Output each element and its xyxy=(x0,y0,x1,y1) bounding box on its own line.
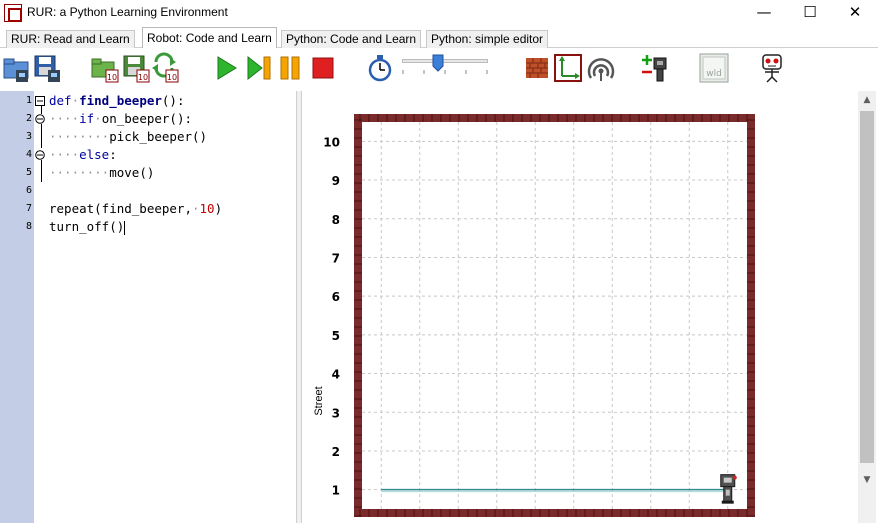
minimize-button[interactable]: — xyxy=(741,0,787,26)
line-number: 1 xyxy=(25,95,32,106)
tab-strip: RUR: Read and Learn Robot: Code and Lear… xyxy=(0,26,878,49)
keyword: if xyxy=(79,111,95,126)
svg-text:10: 10 xyxy=(107,73,117,82)
code-text: pick_beeper() xyxy=(109,129,208,144)
street-number-label: 10 xyxy=(323,135,340,149)
reload-icon[interactable]: 10 xyxy=(150,52,180,84)
line-number: 3 xyxy=(25,131,32,142)
line-number-gutter: 1 2 3 4 5 6 7 8 xyxy=(0,91,34,523)
code-line-8: turn_off() xyxy=(49,219,126,235)
fold-guide xyxy=(41,124,42,148)
code-text: (): xyxy=(161,93,185,108)
fold-collapse-icon[interactable] xyxy=(35,114,45,124)
robot-world-view: 1 2 3 4 5 6 7 8 9 10 Street xyxy=(302,91,878,523)
world-boundary-wall xyxy=(354,114,755,517)
keyword: else xyxy=(79,147,110,162)
beeper-sensor-icon[interactable] xyxy=(586,52,616,84)
text-caret xyxy=(124,220,126,235)
code-text: on_beeper(): xyxy=(101,111,193,126)
step-icon[interactable] xyxy=(244,52,274,84)
open-program-icon[interactable]: 10 xyxy=(90,52,120,84)
stop-icon[interactable] xyxy=(308,52,338,84)
svg-text:10: 10 xyxy=(167,73,177,82)
speed-timer-icon[interactable] xyxy=(365,52,395,84)
line-number: 4 xyxy=(25,149,32,160)
run-icon[interactable] xyxy=(212,52,242,84)
close-button[interactable]: ✕ xyxy=(832,0,878,26)
fold-guide xyxy=(41,160,42,182)
robot-feet xyxy=(721,500,734,504)
save-program-icon[interactable]: 10 xyxy=(121,52,151,84)
speed-slider[interactable] xyxy=(402,54,490,76)
world-builder-wall-icon[interactable] xyxy=(522,52,552,84)
resize-world-icon[interactable] xyxy=(553,52,583,84)
world-file-label: wld xyxy=(706,69,722,79)
code-line-1: def·find_beeper(): xyxy=(49,93,185,108)
code-text: turn_off() xyxy=(49,219,125,234)
tab-rur-read-and-learn[interactable]: RUR: Read and Learn xyxy=(6,30,135,48)
street-number-labels: 1 2 3 4 5 6 7 8 9 10 xyxy=(323,135,340,497)
code-line-3: ········pick_beeper() xyxy=(49,129,208,144)
speed-slider-ticks xyxy=(402,70,488,74)
save-world-icon[interactable] xyxy=(32,52,62,84)
street-number-label: 7 xyxy=(332,251,340,265)
line-number: 5 xyxy=(25,167,32,178)
code-line-5: ········move() xyxy=(49,165,155,180)
code-text: repeat(find_beeper, xyxy=(49,201,192,216)
code-text: : xyxy=(109,147,117,162)
robot-visor xyxy=(723,477,732,483)
add-robot-icon[interactable] xyxy=(640,52,670,84)
scroll-up-arrow-icon[interactable]: ▲ xyxy=(858,91,876,109)
keyword: def xyxy=(49,93,72,108)
line-number: 8 xyxy=(25,221,32,232)
line-number: 6 xyxy=(25,185,32,196)
code-text: ) xyxy=(214,201,223,216)
fold-collapse-icon[interactable] xyxy=(35,150,45,160)
pause-icon[interactable] xyxy=(276,52,306,84)
world-vertical-scrollbar[interactable]: ▲ ▼ xyxy=(858,91,876,523)
fold-guide xyxy=(41,106,42,114)
maximize-button[interactable]: ☐ xyxy=(787,0,833,26)
robot-face-icon[interactable] xyxy=(757,52,787,84)
street-number-label: 1 xyxy=(332,484,340,498)
svg-text:10: 10 xyxy=(138,73,148,82)
line-number: 7 xyxy=(25,203,32,214)
code-line-4: ····else: xyxy=(49,147,117,162)
tab-python-simple-editor[interactable]: Python: simple editor xyxy=(426,30,549,48)
code-line-7: repeat(find_beeper,·10) xyxy=(49,201,223,216)
title-bar: RUR: a Python Learning Environment — ☐ ✕ xyxy=(0,0,878,26)
function-name: find_beeper xyxy=(79,93,162,108)
world-file-icon[interactable]: wld xyxy=(699,52,729,84)
street-number-label: 4 xyxy=(332,368,340,382)
street-number-label: 6 xyxy=(332,290,340,304)
robot-light xyxy=(732,475,737,480)
tab-python-code-and-learn[interactable]: Python: Code and Learn xyxy=(281,30,422,48)
code-text: move() xyxy=(109,165,155,180)
street-number-label: 5 xyxy=(332,329,340,343)
street-axis-label: Street xyxy=(313,386,325,415)
street-number-label: 9 xyxy=(332,174,340,188)
scrollbar-thumb[interactable] xyxy=(860,111,874,463)
open-world-icon[interactable] xyxy=(2,52,32,84)
scroll-down-arrow-icon[interactable]: ▼ xyxy=(858,471,876,489)
robot-panel xyxy=(725,489,730,496)
app-icon xyxy=(4,4,22,22)
number-literal: 10 xyxy=(199,201,215,216)
street-number-label: 8 xyxy=(332,213,340,227)
world-canvas: 1 2 3 4 5 6 7 8 9 10 Street xyxy=(313,114,755,517)
fold-collapse-icon[interactable] xyxy=(35,96,45,106)
speed-slider-track xyxy=(402,59,488,63)
window-title: RUR: a Python Learning Environment xyxy=(27,5,228,19)
line-number: 2 xyxy=(25,113,32,124)
tab-robot-code-and-learn[interactable]: Robot: Code and Learn xyxy=(142,27,277,49)
world-grid xyxy=(354,114,755,517)
street-number-label: 3 xyxy=(332,406,340,420)
street-number-label: 2 xyxy=(332,445,340,459)
code-line-2: ····if·on_beeper(): xyxy=(49,111,193,126)
